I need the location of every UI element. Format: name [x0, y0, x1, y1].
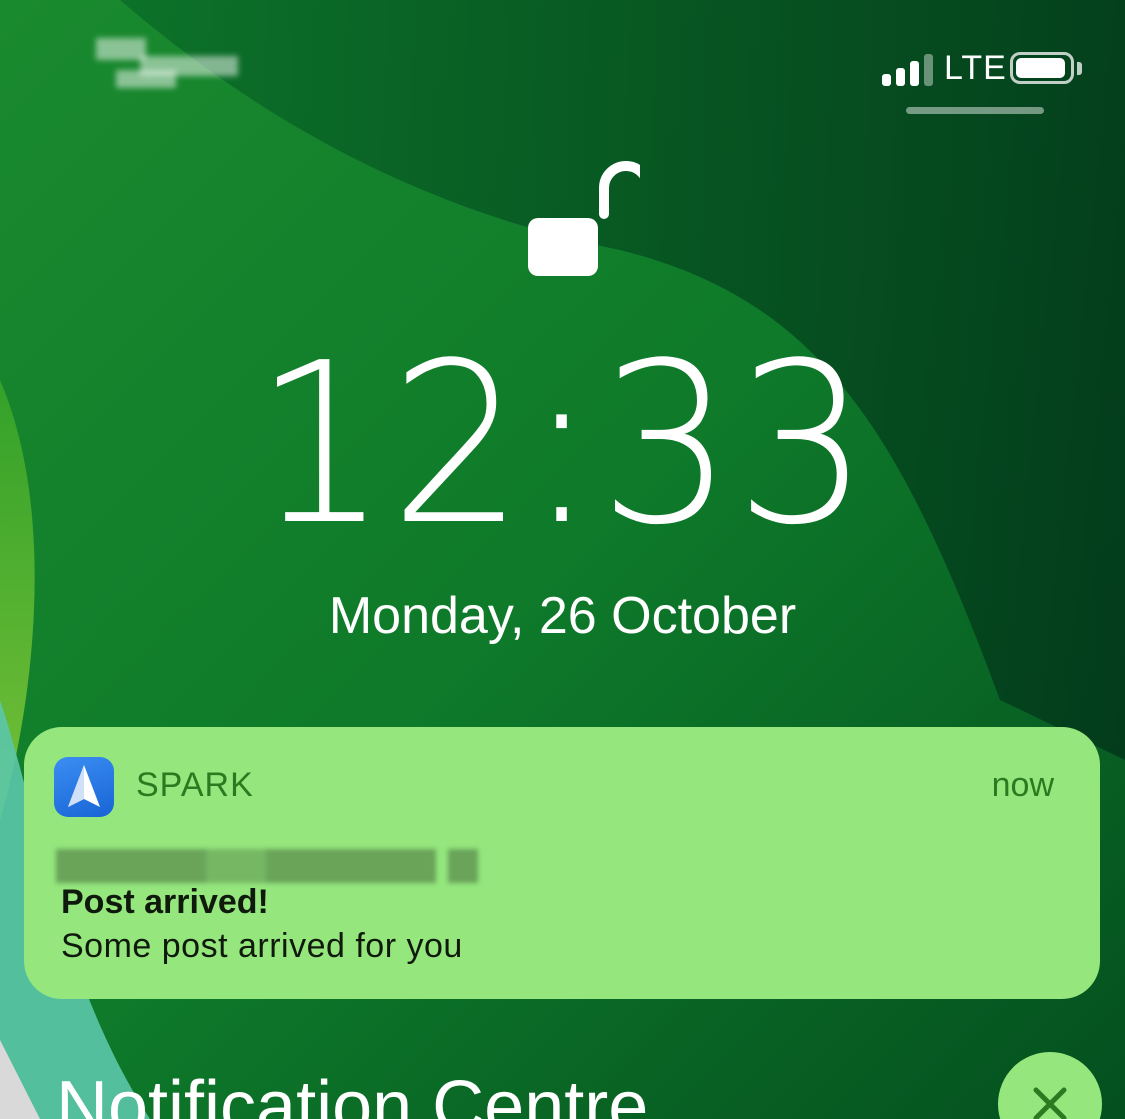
notification-card[interactable]: SPARK now Post arrived! Some post arrive… [24, 727, 1100, 999]
carrier-name-redacted [96, 34, 242, 94]
battery-icon [1010, 52, 1074, 84]
signal-strength-icon [882, 52, 934, 86]
lock-screen-time: 12:33 [253, 316, 872, 574]
lock-screen-date: Monday, 26 October [328, 587, 797, 645]
notification-centre-title: Notification Centre [56, 1067, 649, 1119]
notification-title: Post arrived! [61, 883, 269, 921]
spark-app-icon [54, 757, 114, 817]
network-type: LTE [944, 49, 1007, 87]
top-grabber[interactable] [906, 107, 1044, 114]
lock-screen: LTE 12:33 Monday, 26 October SPARK now P… [0, 0, 1125, 1119]
battery-level [1016, 58, 1066, 78]
battery-tip [1077, 62, 1082, 75]
notification-sender-redacted [56, 849, 478, 883]
notification-body: Some post arrived for you [61, 927, 463, 965]
unlocked-padlock-icon [528, 161, 640, 276]
close-icon [1033, 1087, 1067, 1119]
notification-timestamp: now [991, 766, 1054, 804]
notification-app-name: SPARK [136, 766, 254, 804]
